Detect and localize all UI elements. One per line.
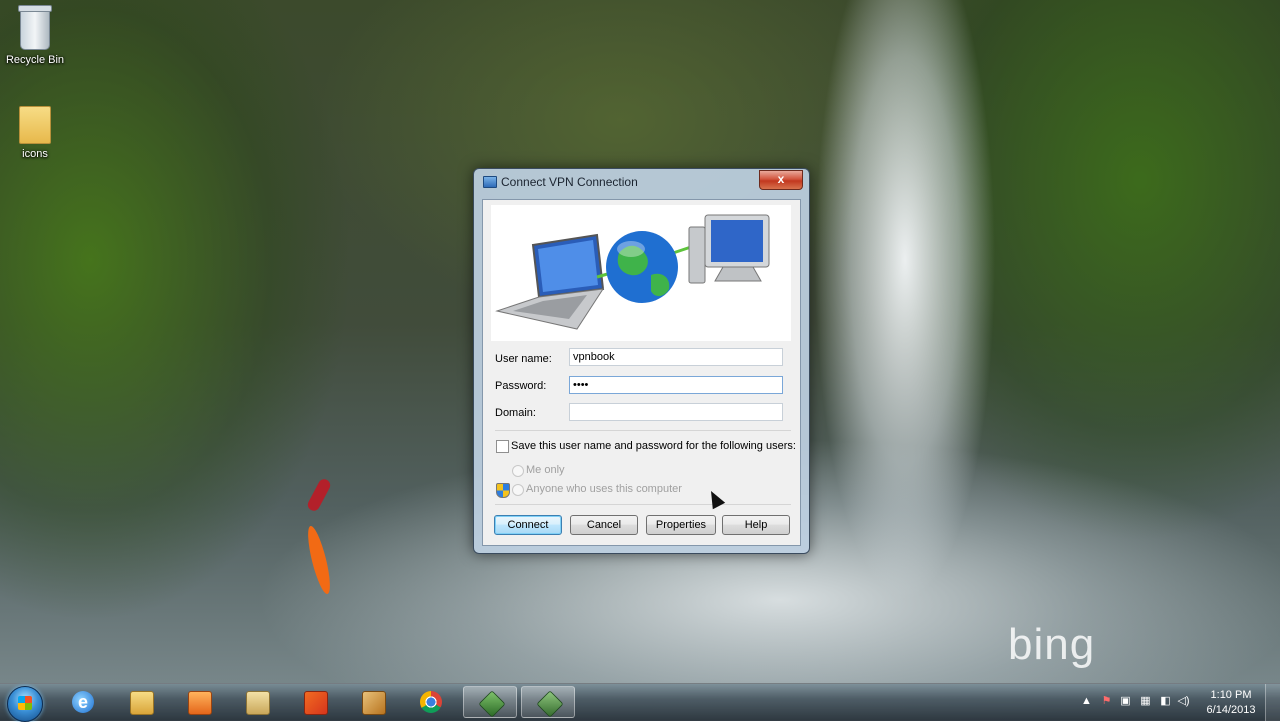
clock-time: 1:10 PM <box>1210 689 1252 701</box>
volume-icon[interactable]: ◁) <box>1177 695 1190 708</box>
desktop-computer-icon <box>688 214 770 284</box>
me-only-radio[interactable] <box>512 465 524 477</box>
domain-input[interactable] <box>569 403 783 421</box>
start-button[interactable] <box>7 686 43 722</box>
files-icon <box>246 691 270 715</box>
bing-logo: bing <box>1008 620 1096 669</box>
clock[interactable]: 1:10 PM 6/14/2013 <box>1200 688 1262 718</box>
dialog-client-area: User name: Password: Domain: Save this u… <box>482 199 801 546</box>
vpn-icon <box>536 690 564 718</box>
laptop-icon <box>495 233 605 330</box>
taskbar-chrome[interactable] <box>404 686 458 718</box>
save-credentials-checkbox[interactable] <box>496 440 509 453</box>
folder-icon <box>130 691 154 715</box>
dialog-title: Connect VPN Connection <box>501 175 638 189</box>
taskbar-vpn-connection[interactable] <box>521 686 575 718</box>
media-player-icon <box>188 691 212 715</box>
separator <box>495 504 791 505</box>
uac-shield-icon <box>496 483 510 498</box>
desktop-icon-recycle-bin[interactable]: Recycle Bin <box>0 5 73 66</box>
ie-icon: e <box>72 691 94 713</box>
tray-app-icon[interactable]: ◧ <box>1159 695 1172 708</box>
taskbar-office[interactable] <box>288 686 342 718</box>
taskbar-tool[interactable] <box>346 686 400 718</box>
taskbar-files[interactable] <box>230 686 284 718</box>
recycle-bin-icon <box>18 5 52 50</box>
desktop-icon-label: icons <box>22 148 48 160</box>
taskbar: e ▲ ⚑ ▣ ▦ ◧ ◁) 1:10 PM 6/14/2013 <box>0 683 1280 722</box>
password-label: Password: <box>495 380 547 392</box>
me-only-label: Me only <box>526 464 565 476</box>
tool-icon <box>362 691 386 715</box>
dialog-titlebar[interactable]: Connect VPN Connection x <box>474 169 809 195</box>
taskbar-network-connections[interactable] <box>463 686 517 718</box>
connect-button[interactable]: Connect <box>494 515 562 535</box>
help-button[interactable]: Help <box>722 515 790 535</box>
folder-icon <box>19 106 51 144</box>
vpn-banner <box>491 205 791 341</box>
close-button[interactable]: x <box>759 170 803 190</box>
username-label: User name: <box>495 353 552 365</box>
properties-button[interactable]: Properties <box>646 515 716 535</box>
clock-date: 6/14/2013 <box>1206 704 1256 716</box>
save-credentials-label: Save this user name and password for the… <box>511 440 796 452</box>
taskbar-media-player[interactable] <box>172 686 226 718</box>
desktop-icon-icons-folder[interactable]: icons <box>0 106 73 160</box>
taskbar-internet-explorer[interactable]: e <box>56 686 110 718</box>
action-center-icon[interactable]: ⚑ <box>1100 695 1113 708</box>
connect-vpn-dialog: Connect VPN Connection x User name: vpnb… <box>473 168 810 554</box>
network-tray-icon[interactable]: ▦ <box>1139 695 1152 708</box>
network-icon <box>478 690 506 718</box>
password-input[interactable] <box>569 376 783 394</box>
globe-icon <box>606 231 678 303</box>
username-input[interactable] <box>569 348 783 366</box>
domain-label: Domain: <box>495 407 536 419</box>
taskbar-windows-explorer[interactable] <box>114 686 168 718</box>
cancel-button[interactable]: Cancel <box>570 515 638 535</box>
anyone-radio[interactable] <box>512 484 524 496</box>
show-desktop-button[interactable] <box>1265 684 1280 721</box>
device-icon[interactable]: ▣ <box>1119 695 1132 708</box>
office-icon <box>304 691 328 715</box>
separator <box>495 430 791 431</box>
system-tray: ▲ ⚑ ▣ ▦ ◧ ◁) 1:10 PM 6/14/2013 <box>1080 684 1280 721</box>
anyone-label: Anyone who uses this computer <box>526 483 682 495</box>
chrome-icon <box>420 691 442 713</box>
desktop-icon-label: Recycle Bin <box>5 54 65 66</box>
network-connection-icon <box>483 176 497 188</box>
show-hidden-icons-icon[interactable]: ▲ <box>1080 695 1093 708</box>
